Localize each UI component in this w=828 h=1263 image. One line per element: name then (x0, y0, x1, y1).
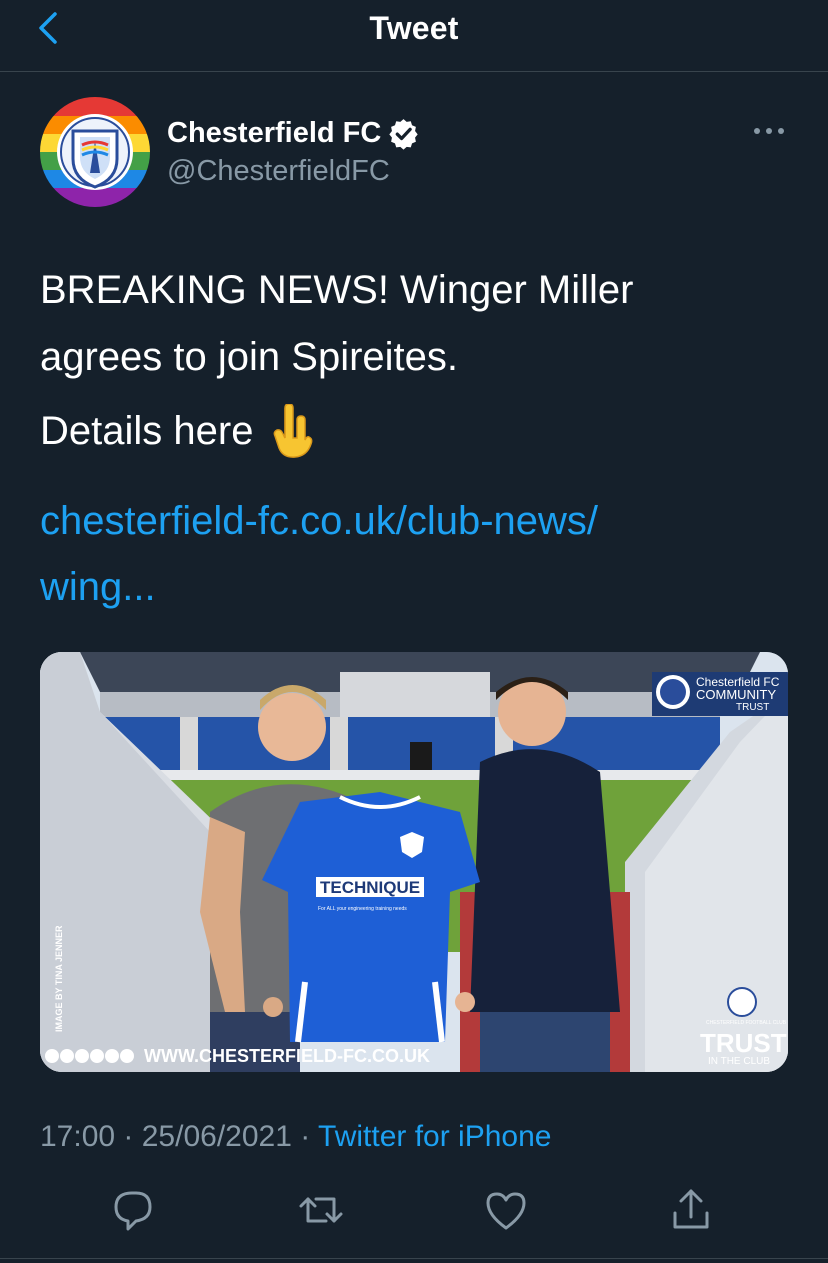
link-line: chesterfield-fc.co.uk/club-news/ (40, 499, 599, 543)
more-options-button[interactable] (748, 118, 790, 144)
tweet-time: 17:00 (40, 1120, 116, 1153)
trust-small: CHESTERFIELD FOOTBALL CLUB (706, 1020, 787, 1026)
author-handle[interactable]: @ChesterfieldFC (167, 155, 390, 188)
tweet-text: BREAKING NEWS! Winger Miller agrees to j… (40, 257, 800, 391)
signing-photo: TECHNIQUE For ALL your engineering train… (40, 652, 788, 1072)
share-icon (673, 1189, 709, 1229)
link-line: wing... (40, 565, 156, 609)
tweet-source[interactable]: Twitter for iPhone (318, 1120, 551, 1153)
separator-dot: · (115, 1120, 142, 1153)
tweet-link[interactable]: chesterfield-fc.co.uk/club-news/ wing... (40, 488, 800, 620)
verified-badge-icon (389, 118, 418, 150)
website-text: WWW.CHESTERFIELD-FC.CO.UK (144, 1046, 430, 1066)
sponsor-sub: For ALL your engineering training needs (318, 906, 407, 912)
tweet-text-line: agrees to join Spireites. (40, 335, 459, 379)
divider (0, 1258, 828, 1259)
like-button[interactable] (481, 1185, 531, 1235)
more-horizontal-icon (754, 128, 784, 134)
heart-icon (486, 1192, 526, 1230)
tweet-text-line: BREAKING NEWS! Winger Miller (40, 268, 634, 312)
tweet-media-photo[interactable]: TECHNIQUE For ALL your engineering train… (40, 652, 788, 1072)
badge-line-3: TRUST (736, 702, 769, 713)
retweet-icon (299, 1197, 343, 1223)
backhand-index-pointing-down-emoji (274, 404, 313, 458)
top-nav-bar: Tweet (0, 0, 828, 72)
trust-sub: IN THE CLUB (708, 1056, 770, 1067)
share-button[interactable] (666, 1185, 716, 1235)
details-text: Details here (40, 409, 254, 453)
page-title: Tweet (369, 10, 459, 46)
tweet-meta: 17:00 · 25/06/2021 · Twitter for iPhone (40, 1120, 551, 1154)
reply-icon (114, 1191, 152, 1231)
photo-credit: IMAGE BY TINA JENNER (54, 925, 64, 1032)
separator-dot: · (291, 1120, 319, 1153)
author-avatar[interactable] (40, 97, 150, 207)
author-name[interactable]: Chesterfield FC (167, 117, 381, 150)
club-crest-avatar (40, 97, 150, 207)
author-name-row: Chesterfield FC (167, 113, 420, 153)
sponsor-text: TECHNIQUE (320, 878, 420, 897)
reply-button[interactable] (108, 1185, 158, 1235)
tweet-date: 25/06/2021 (141, 1120, 292, 1153)
retweet-button[interactable] (296, 1185, 346, 1235)
tweet-details-line: Details here (40, 403, 313, 459)
tweet-actions-bar (0, 1185, 828, 1245)
badge-line-2: COMMUNITY (696, 687, 776, 702)
trust-big: TRUST (700, 1028, 787, 1058)
